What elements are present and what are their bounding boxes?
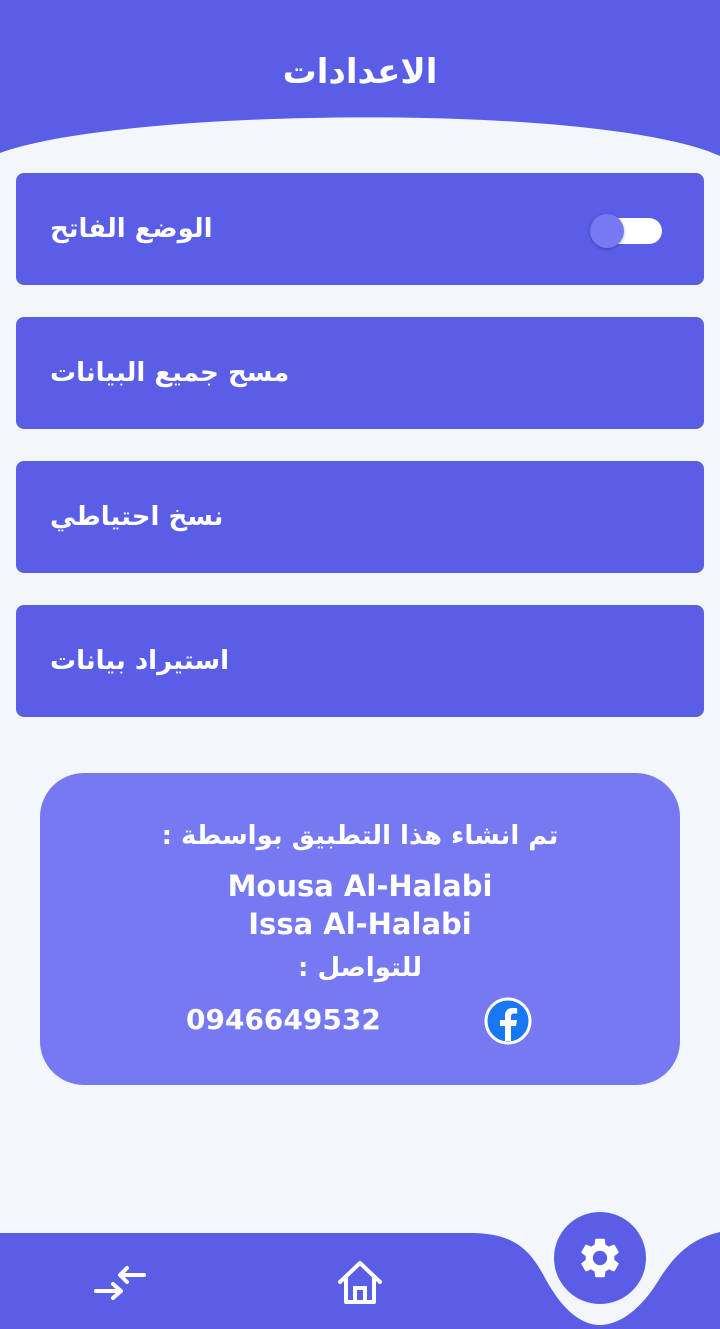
about-box: تم انشاء هذا التطبيق بواسطة : Mousa Al-H…	[40, 773, 680, 1085]
gear-icon	[581, 1238, 619, 1278]
light-mode-setting[interactable]: الوضع الفاتح	[16, 173, 704, 285]
toggle-knob	[590, 214, 624, 248]
author-name-1: Mousa Al-Halabi	[227, 869, 493, 903]
transfer-arrows-icon[interactable]	[94, 1264, 146, 1304]
created-by-text: تم انشاء هذا التطبيق بواسطة :	[161, 821, 559, 851]
light-mode-toggle[interactable]	[590, 214, 662, 248]
page-title: الاعدادات	[282, 52, 438, 92]
settings-nav-button[interactable]	[554, 1212, 646, 1304]
clear-all-data-label: مسح جميع البيانات	[50, 358, 290, 388]
facebook-icon[interactable]	[484, 997, 532, 1045]
import-data-button[interactable]: استيراد بيانات	[16, 605, 704, 717]
light-mode-label: الوضع الفاتح	[50, 214, 213, 244]
contact-label: للتواصل :	[298, 953, 422, 983]
clear-all-data-button[interactable]: مسح جميع البيانات	[16, 317, 704, 429]
backup-label: نسخ احتياطي	[50, 502, 224, 532]
phone-number[interactable]: 0946649532	[186, 1003, 436, 1036]
backup-button[interactable]: نسخ احتياطي	[16, 461, 704, 573]
author-name-2: Issa Al-Halabi	[248, 907, 472, 941]
home-icon[interactable]	[335, 1258, 385, 1306]
import-data-label: استيراد بيانات	[50, 646, 229, 676]
